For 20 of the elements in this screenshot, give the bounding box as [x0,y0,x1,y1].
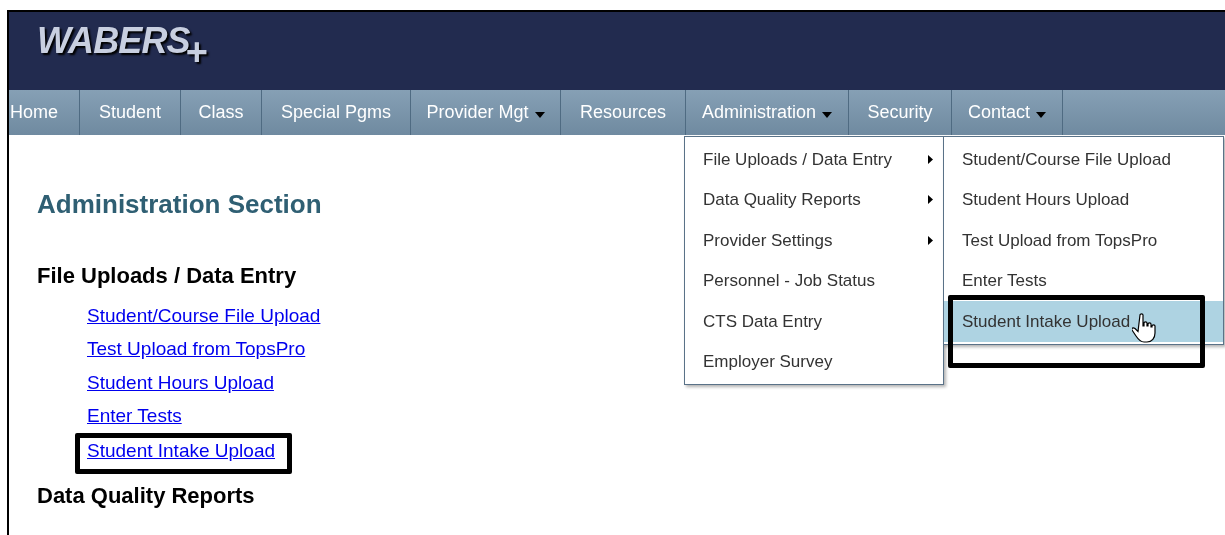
section-heading: File Uploads / Data Entry [37,262,297,290]
link[interactable]: Enter Tests [87,403,182,428]
logo[interactable]: WABERS+ [37,14,208,81]
menu-item[interactable]: Employer Survey [685,341,943,382]
menu-item[interactable]: Personnel - Job Status [685,260,943,301]
menu-item[interactable]: CTS Data Entry [685,301,943,342]
link[interactable]: Student/Course File Upload [87,304,321,328]
menu-item[interactable]: Student Hours Upload [944,179,1223,220]
menu-item[interactable]: Test Upload from TopsPro [944,220,1223,261]
menu-item[interactable]: Provider Settings [685,220,943,261]
menu-item[interactable]: Student/Course File Upload [944,139,1223,180]
page-title: Administration Section [37,188,322,221]
link[interactable]: Test Upload from TopsPro [87,337,306,362]
menu-item[interactable]: Enter Tests [944,260,1223,301]
menu-item[interactable]: File Uploads / Data Entry [685,139,943,180]
menu-item[interactable]: Student Intake Upload [944,301,1223,342]
menu-item[interactable]: Data Quality Reports [685,179,943,220]
section-heading: Data Quality Reports [37,482,255,511]
link[interactable]: Student Hours Upload [87,370,274,395]
link[interactable]: Student Intake Upload [87,439,276,464]
